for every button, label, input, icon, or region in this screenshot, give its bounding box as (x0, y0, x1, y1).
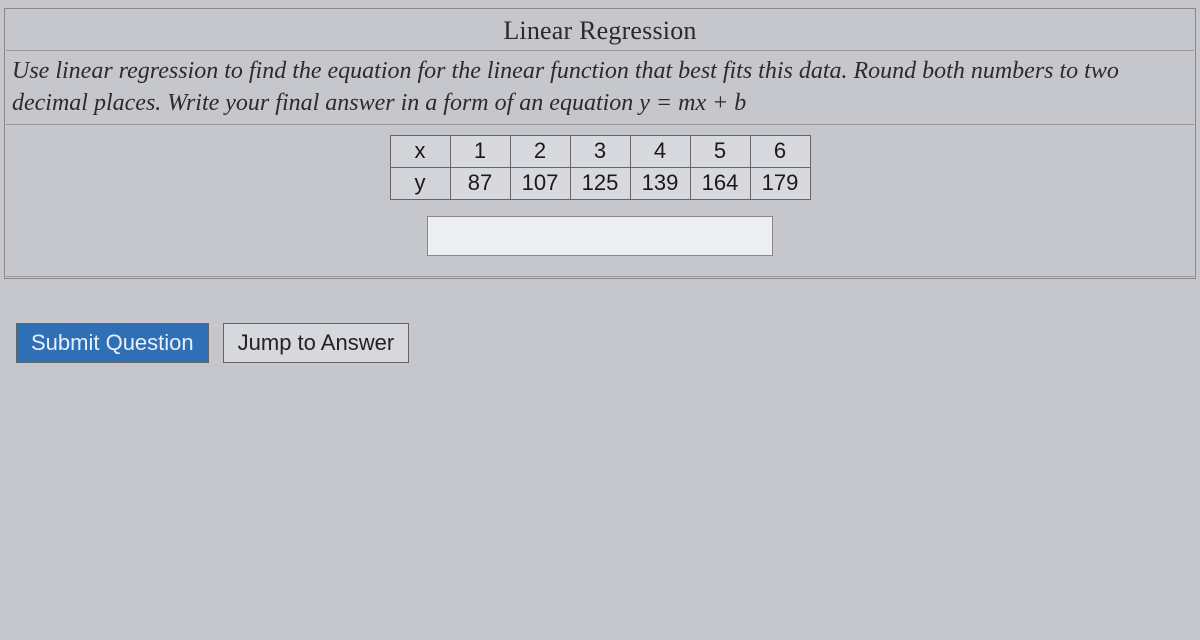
x-cell: 6 (750, 135, 810, 167)
x-cell: 4 (630, 135, 690, 167)
submit-question-button[interactable]: Submit Question (16, 323, 209, 363)
y-cell: 125 (570, 167, 630, 199)
instruction-text: Use linear regression to find the equati… (12, 58, 1119, 116)
question-instruction: Use linear regression to find the equati… (6, 51, 1194, 125)
y-cell: 164 (690, 167, 750, 199)
question-panel: Linear Regression Use linear regression … (4, 8, 1196, 279)
data-table: x 1 2 3 4 5 6 y 87 107 125 139 164 179 (390, 135, 811, 200)
x-cell: 1 (450, 135, 510, 167)
jump-to-answer-button[interactable]: Jump to Answer (223, 323, 410, 363)
y-cell: 107 (510, 167, 570, 199)
x-cell: 5 (690, 135, 750, 167)
answer-input[interactable] (427, 216, 773, 256)
table-row: x 1 2 3 4 5 6 (390, 135, 810, 167)
x-cell: 2 (510, 135, 570, 167)
equation-form: y = mx + b (639, 90, 746, 116)
question-title: Linear Regression (6, 10, 1194, 51)
y-cell: 87 (450, 167, 510, 199)
y-cell: 139 (630, 167, 690, 199)
action-bar: Submit Question Jump to Answer (4, 279, 1196, 363)
y-cell: 179 (750, 167, 810, 199)
data-and-answer-row: x 1 2 3 4 5 6 y 87 107 125 139 164 179 (6, 125, 1194, 277)
row-x-header: x (390, 135, 450, 167)
table-row: y 87 107 125 139 164 179 (390, 167, 810, 199)
x-cell: 3 (570, 135, 630, 167)
row-y-header: y (390, 167, 450, 199)
